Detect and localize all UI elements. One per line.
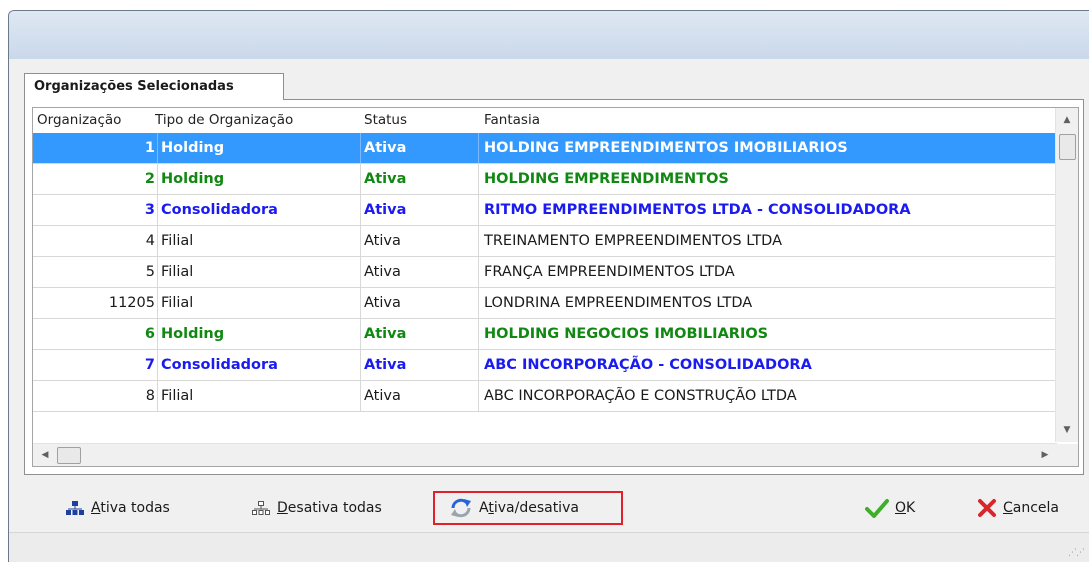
ok-button[interactable]: OK: [865, 491, 935, 525]
cell-tipo: Consolidadora: [158, 195, 361, 225]
scroll-left-arrow-icon[interactable]: ◀: [35, 444, 55, 466]
horizontal-scroll-thumb[interactable]: [57, 447, 81, 464]
status-bar: ⋰⋰: [9, 532, 1089, 562]
cell-status: Ativa: [361, 195, 479, 225]
cell-status: Ativa: [361, 350, 479, 380]
cell-tipo: Filial: [158, 257, 361, 287]
horizontal-scrollbar[interactable]: ◀ ▶: [33, 443, 1057, 466]
refresh-icon: [451, 498, 471, 518]
cell-status: Ativa: [361, 257, 479, 287]
cell-fantasia: RITMO EMPREENDIMENTOS LTDA - CONSOLIDADO…: [484, 202, 911, 218]
cell-status: Ativa: [361, 133, 479, 163]
vertical-scroll-thumb[interactable]: [1059, 134, 1076, 160]
org-chart-icon: [66, 501, 84, 515]
column-header-fantasia[interactable]: Fantasia: [484, 108, 540, 133]
ok-label: OK: [895, 500, 916, 516]
cell-status: Ativa: [361, 164, 479, 194]
table-row[interactable]: 1 Holding Ativa HOLDING EMPREENDIMENTOS IMO…: [33, 133, 1057, 164]
cell-organizacao: 4: [33, 226, 158, 256]
scroll-down-arrow-icon[interactable]: ▼: [1056, 420, 1078, 440]
vertical-scrollbar[interactable]: ▲ ▼: [1055, 108, 1078, 442]
desativa-todas-label: Desativa todas: [277, 500, 382, 516]
cancela-button[interactable]: Cancela: [977, 491, 1077, 525]
scroll-up-arrow-icon[interactable]: ▲: [1056, 110, 1078, 130]
cell-fantasia: ABC INCORPORAÇÃO - CONSOLIDADORA: [484, 357, 812, 373]
cell-tipo: Filial: [158, 288, 361, 318]
cancela-label: Cancela: [1003, 500, 1060, 516]
column-header-tipo[interactable]: Tipo de Organização: [155, 108, 293, 133]
cell-organizacao: 11205: [33, 288, 158, 318]
cell-tipo: Holding: [158, 133, 361, 163]
grid-header: Organização Tipo de Organização Status F…: [33, 108, 1057, 133]
table-row[interactable]: 4 Filial Ativa TREINAMENTO EMPREENDIMENTOS …: [33, 226, 1057, 257]
cell-status: Ativa: [361, 381, 479, 411]
cell-status: Ativa: [361, 319, 479, 349]
cell-tipo: Consolidadora: [158, 350, 361, 380]
ativa-desativa-label: Ativa/desativa: [479, 500, 579, 516]
cell-organizacao: 6: [33, 319, 158, 349]
scrollbar-corner: [1056, 444, 1078, 466]
ativa-desativa-button[interactable]: Ativa/desativa: [433, 491, 623, 525]
cell-organizacao: 7: [33, 350, 158, 380]
cell-tipo: Holding: [158, 164, 361, 194]
cell-tipo: Filial: [158, 381, 361, 411]
cell-fantasia: HOLDING EMPREENDIMENTOS: [484, 171, 729, 187]
cell-status: Ativa: [361, 226, 479, 256]
ativa-todas-label: Ativa todas: [91, 500, 170, 516]
column-header-organizacao[interactable]: Organização: [37, 108, 121, 133]
dialog-client-area: Organizações Selecionadas Organização Ti…: [9, 59, 1089, 562]
tab-panel: Organização Tipo de Organização Status F…: [24, 99, 1084, 475]
cell-organizacao: 2: [33, 164, 158, 194]
table-row[interactable]: 11205 Filial Ativa LONDRINA EMPREENDIMENTOS…: [33, 288, 1057, 319]
table-row[interactable]: 2 Holding Ativa HOLDING EMPREENDIMENTOS: [33, 164, 1057, 195]
cell-fantasia: FRANÇA EMPREENDIMENTOS LTDA: [484, 264, 735, 280]
tab-organizacoes-selecionadas[interactable]: Organizações Selecionadas: [24, 73, 284, 100]
cell-fantasia: LONDRINA EMPREENDIMENTOS LTDA: [484, 295, 753, 311]
cell-tipo: Holding: [158, 319, 361, 349]
table-row[interactable]: 3 Consolidadora Ativa RITMO EMPREENDIMENTOS…: [33, 195, 1057, 226]
grid-rows: 1 Holding Ativa HOLDING EMPREENDIMENTOS IMO…: [33, 133, 1057, 412]
table-row[interactable]: 6 Holding Ativa HOLDING NEGOCIOS IMOBILIARI…: [33, 319, 1057, 350]
cell-organizacao: 3: [33, 195, 158, 225]
dialog-window: Organizações Selecionadas Organização Ti…: [8, 10, 1089, 562]
cell-fantasia: HOLDING NEGOCIOS IMOBILIARIOS: [484, 326, 769, 342]
column-header-status[interactable]: Status: [364, 108, 407, 133]
cell-status: Ativa: [361, 288, 479, 318]
table-row[interactable]: 7 Consolidadora Ativa ABC INCORPORAÇÃO - CO…: [33, 350, 1057, 381]
cell-organizacao: 8: [33, 381, 158, 411]
cell-organizacao: 5: [33, 257, 158, 287]
title-bar[interactable]: [9, 11, 1089, 59]
close-x-icon: [978, 499, 996, 517]
cell-fantasia: ABC INCORPORAÇÃO E CONSTRUÇÃO LTDA: [484, 388, 797, 404]
desativa-todas-button[interactable]: Desativa todas: [251, 491, 421, 525]
cell-organizacao: 1: [33, 133, 158, 163]
resize-grip-icon[interactable]: ⋰⋰: [1068, 548, 1085, 558]
cell-fantasia: HOLDING EMPREENDIMENTOS IMOBILIARIOS: [484, 140, 848, 156]
table-row[interactable]: 5 Filial Ativa FRANÇA EMPREENDIMENTOS LTDA: [33, 257, 1057, 288]
cell-tipo: Filial: [158, 226, 361, 256]
table-row[interactable]: 8 Filial Ativa ABC INCORPORAÇÃO E CONSTRUÇÃ…: [33, 381, 1057, 412]
checkmark-icon: [865, 499, 889, 518]
scroll-right-arrow-icon[interactable]: ▶: [1035, 444, 1055, 466]
organizations-grid: Organização Tipo de Organização Status F…: [32, 107, 1079, 467]
cell-fantasia: TREINAMENTO EMPREENDIMENTOS LTDA: [484, 233, 783, 249]
ativa-todas-button[interactable]: Ativa todas: [65, 491, 205, 525]
org-chart-outline-icon: [252, 501, 270, 515]
